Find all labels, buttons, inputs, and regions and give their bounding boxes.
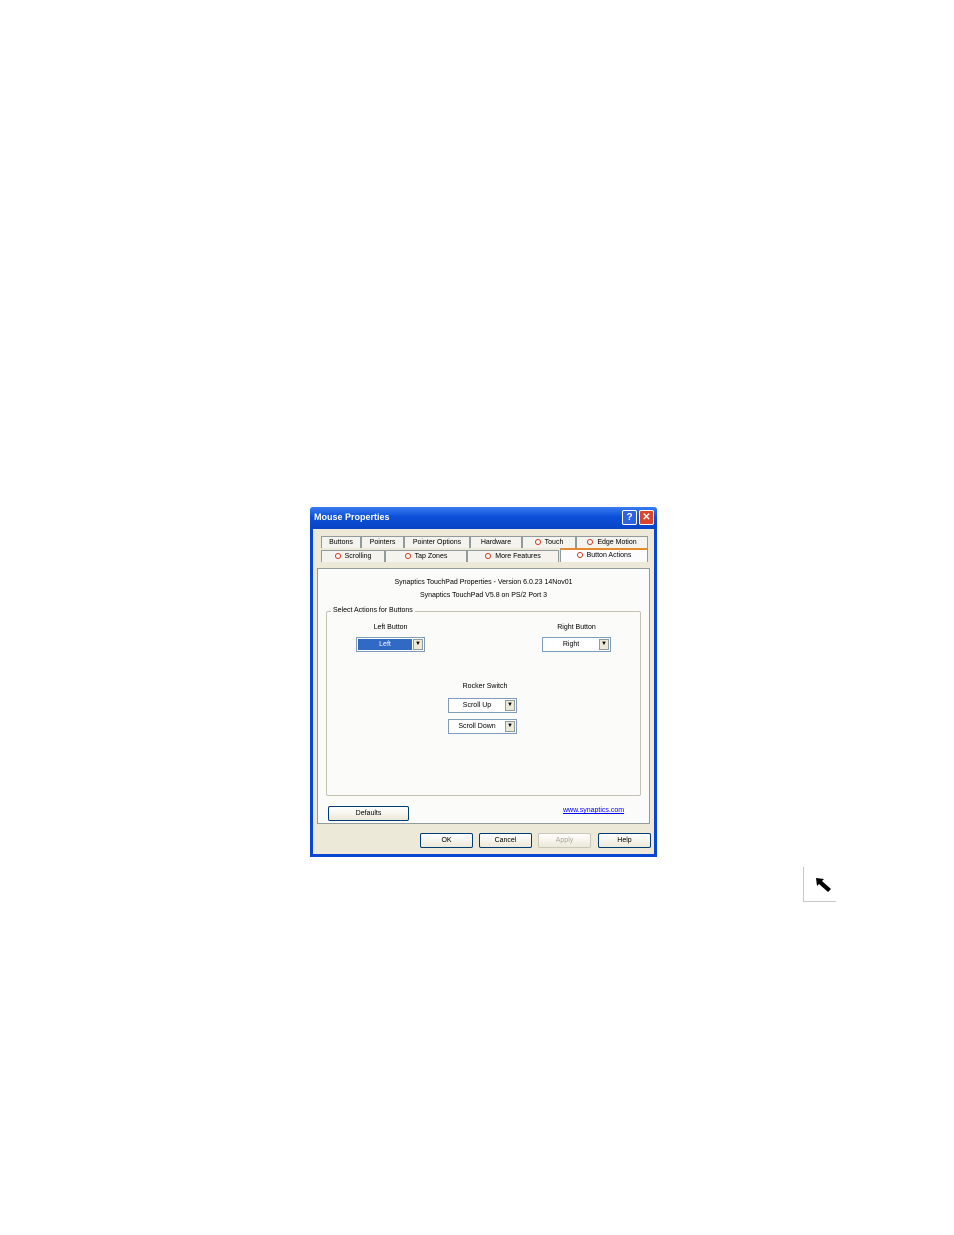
tab-label: More Features bbox=[495, 553, 541, 560]
tab-pointer-options[interactable]: Pointer Options bbox=[404, 536, 470, 548]
dropdown-arrow-icon[interactable]: ▼ bbox=[505, 721, 515, 732]
cancel-button[interactable]: Cancel bbox=[479, 833, 532, 848]
mouse-properties-window: Mouse Properties ? ✕ Buttons Pointers Po… bbox=[310, 507, 657, 857]
apply-button[interactable]: Apply bbox=[538, 833, 591, 848]
tab-buttons[interactable]: Buttons bbox=[321, 536, 361, 548]
tab-edge-motion[interactable]: Edge Motion bbox=[576, 536, 648, 548]
tab-pointers[interactable]: Pointers bbox=[361, 536, 404, 548]
tab-button-actions[interactable]: Button Actions bbox=[560, 548, 648, 562]
tab-label: Buttons bbox=[329, 539, 353, 546]
rocker-up-select[interactable]: Scroll Up ▼ bbox=[448, 698, 517, 713]
window-title: Mouse Properties bbox=[314, 512, 390, 522]
defaults-button[interactable]: Defaults bbox=[328, 806, 409, 821]
rocker-down-value: Scroll Down bbox=[458, 723, 496, 730]
dropdown-arrow-icon[interactable]: ▼ bbox=[599, 639, 609, 650]
synaptics-touchpad-icon bbox=[485, 553, 492, 559]
button-actions-panel: Synaptics TouchPad Properties - Version … bbox=[317, 568, 650, 824]
dropdown-arrow-icon[interactable]: ▼ bbox=[413, 639, 423, 650]
tab-touch[interactable]: Touch bbox=[522, 536, 576, 548]
dialog-client-area: Buttons Pointers Pointer Options Hardwar… bbox=[313, 529, 654, 854]
rocker-down-select[interactable]: Scroll Down ▼ bbox=[448, 719, 517, 734]
synaptics-touchpad-icon bbox=[587, 539, 594, 545]
synaptics-touchpad-icon bbox=[534, 539, 541, 545]
cursor-arrow-icon bbox=[816, 878, 831, 892]
help-icon[interactable]: ? bbox=[622, 510, 637, 525]
left-button-label: Left Button bbox=[373, 624, 408, 631]
title-bar[interactable]: Mouse Properties ? ✕ bbox=[310, 507, 657, 529]
right-button-value: Right bbox=[562, 641, 580, 648]
left-button-value: Left bbox=[358, 639, 412, 650]
select-actions-group: Select Actions for Buttons Left Button L… bbox=[326, 607, 641, 796]
group-label: Select Actions for Buttons bbox=[331, 607, 415, 614]
close-icon[interactable]: ✕ bbox=[639, 510, 654, 525]
tab-hardware[interactable]: Hardware bbox=[470, 536, 522, 548]
tab-label: Button Actions bbox=[586, 552, 632, 559]
tab-tap-zones[interactable]: Tap Zones bbox=[385, 550, 467, 562]
left-button-select[interactable]: Left ▼ bbox=[356, 637, 425, 652]
tab-label: Hardware bbox=[480, 539, 512, 546]
help-button[interactable]: Help bbox=[598, 833, 651, 848]
synaptics-touchpad-icon bbox=[404, 553, 411, 559]
dropdown-arrow-icon[interactable]: ▼ bbox=[505, 700, 515, 711]
synaptics-touchpad-icon bbox=[576, 552, 583, 558]
right-button-select[interactable]: Right ▼ bbox=[542, 637, 611, 652]
synaptics-link[interactable]: www.synaptics.com bbox=[563, 807, 624, 814]
tab-label: Tap Zones bbox=[414, 553, 448, 560]
tab-label: Pointer Options bbox=[412, 539, 462, 546]
ok-button[interactable]: OK bbox=[420, 833, 473, 848]
rocker-up-value: Scroll Up bbox=[462, 702, 492, 709]
device-text: Synaptics TouchPad V5.8 on PS/2 Port 3 bbox=[419, 592, 548, 599]
tab-more-features[interactable]: More Features bbox=[467, 550, 559, 562]
cursor-callout bbox=[803, 867, 836, 902]
tab-label: Touch bbox=[544, 539, 564, 546]
tab-label: Pointers bbox=[369, 539, 396, 546]
rocker-switch-label: Rocker Switch bbox=[462, 683, 508, 690]
right-button-label: Right Button bbox=[557, 624, 596, 631]
synaptics-touchpad-icon bbox=[334, 553, 341, 559]
tab-scrolling[interactable]: Scrolling bbox=[321, 550, 385, 562]
tab-label: Edge Motion bbox=[597, 539, 637, 546]
version-text: Synaptics TouchPad Properties - Version … bbox=[394, 579, 573, 586]
tab-label: Scrolling bbox=[344, 553, 372, 560]
